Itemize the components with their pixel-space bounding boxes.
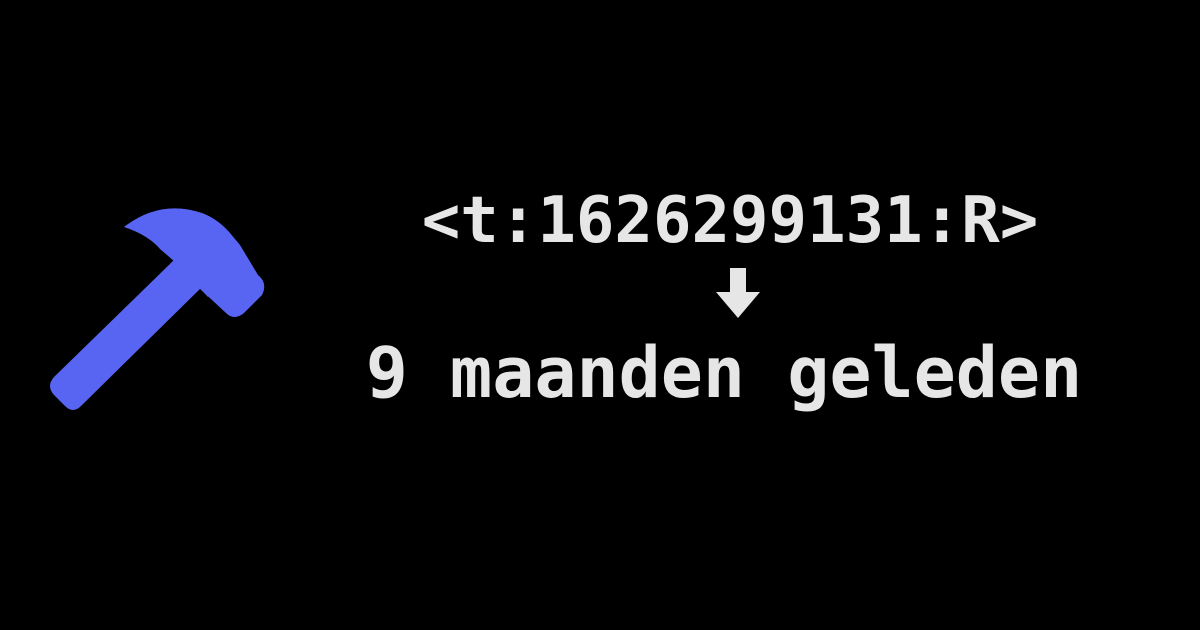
conversion-block: <t:1626299131:R> 9 maanden geleden [300,180,1140,418]
timestamp-tag: <t:1626299131:R> [421,184,1039,258]
relative-time-result: 9 maanden geleden [365,332,1083,414]
down-arrow-icon [300,268,1140,328]
banner-canvas: <t:1626299131:R> 9 maanden geleden [0,0,1200,630]
hammer-icon [40,205,275,425]
